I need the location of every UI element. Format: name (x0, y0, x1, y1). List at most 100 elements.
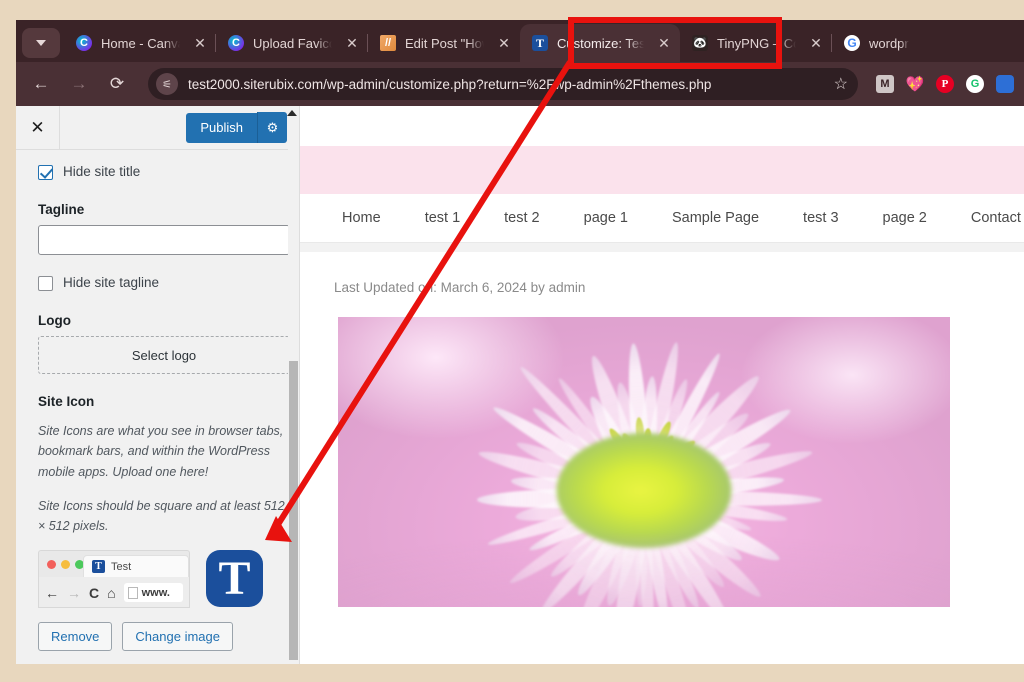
customizer-sidebar: ✕ Publish ⚙ Hide site title Tagline Hide… (16, 105, 300, 664)
gmail-extension-icon[interactable]: M (876, 75, 894, 93)
tinypng-panda-icon (692, 35, 708, 51)
browser-tab-upload-favicon[interactable]: Upload Favicon To W ✕ (216, 24, 368, 62)
sidebar-scrollbar-thumb[interactable] (289, 361, 298, 660)
hide-site-tagline-row[interactable]: Hide site tagline (38, 275, 281, 291)
featured-image (338, 317, 950, 607)
browser-toolbar: ← → ⟳ ⚟ test2000.siterubix.com/wp-admin/… (16, 62, 1024, 106)
site-icon-actions: Remove Change image (38, 622, 281, 652)
back-icon: ← (45, 584, 59, 601)
hide-site-title-label: Hide site title (63, 164, 141, 179)
browser-tab-wordpress[interactable]: wordpr (832, 24, 932, 62)
reload-button[interactable]: ⟳ (102, 69, 132, 99)
tune-icon[interactable]: ⚟ (156, 73, 178, 95)
site-icon-large-preview (206, 550, 263, 608)
site-icon-help-1: Site Icons are what you see in browser t… (38, 424, 284, 479)
wordpress-editor-icon (380, 35, 396, 51)
screenshot-root: Home - Canva ✕ Upload Favicon To W ✕ Edi… (0, 0, 1024, 682)
bookmark-star-icon[interactable]: ☆ (834, 74, 848, 94)
nav-item-sample-page[interactable]: Sample Page (650, 210, 781, 226)
tab-search-button[interactable] (22, 28, 60, 58)
preview-primary-nav: Home test 1 test 2 page 1 Sample Page te… (300, 194, 1024, 242)
page-content: ✕ Publish ⚙ Hide site title Tagline Hide… (16, 105, 1024, 664)
browser-tab-customize-test[interactable]: Customize: Test - ✕ (520, 24, 680, 62)
hide-site-title-checkbox[interactable] (38, 165, 53, 180)
forward-button[interactable]: → (64, 69, 94, 99)
tab-title: TinyPNG – Compress (717, 35, 796, 51)
site-icon-help-2: Site Icons should be square and at least… (38, 498, 285, 533)
nav-item-test-3[interactable]: test 3 (781, 210, 860, 226)
rainbow-heart-extension-icon[interactable]: 💖 (906, 75, 925, 93)
address-bar-url: test2000.siterubix.com/wp-admin/customiz… (188, 76, 712, 92)
site-icon-letter-t (92, 560, 105, 574)
blue-extension-icon[interactable] (996, 75, 1014, 93)
tab-close-button[interactable]: ✕ (342, 33, 362, 53)
canva-icon (76, 35, 92, 51)
browser-tab-edit-post[interactable]: Edit Post "How To Cre ✕ (368, 24, 520, 62)
mockup-toolbar: ← → C ⌂ www. (39, 577, 189, 608)
back-button[interactable]: ← (26, 69, 56, 99)
site-icon-browser-mockup: Test ← → C ⌂ www. (38, 550, 190, 609)
nav-item-test-2[interactable]: test 2 (482, 210, 561, 226)
preview-top-spacer (300, 106, 1024, 146)
logo-label: Logo (38, 313, 71, 328)
tab-title: wordpr (869, 35, 909, 51)
hide-site-tagline-checkbox[interactable] (38, 276, 53, 291)
browser-tab-home-canva[interactable]: Home - Canva ✕ (64, 24, 216, 62)
reload-icon: C (89, 584, 100, 601)
site-icon-label: Site Icon (38, 394, 95, 409)
hide-site-tagline-label: Hide site tagline (63, 275, 160, 290)
canva-icon (228, 35, 244, 51)
tab-close-button[interactable]: ✕ (654, 33, 674, 53)
home-icon: ⌂ (107, 584, 116, 601)
google-icon (844, 35, 860, 51)
change-image-button[interactable]: Change image (122, 622, 233, 652)
post-meta-text: Last Updated on: March 6, 2024 by admin (334, 280, 586, 295)
customizer-header: ✕ Publish ⚙ (16, 105, 299, 150)
mockup-minimize-dot (61, 559, 70, 569)
tab-title: Home - Canva (101, 35, 180, 51)
mockup-url-text: www. (141, 586, 170, 599)
page-icon (127, 586, 138, 599)
pinterest-extension-icon[interactable]: P (936, 75, 954, 93)
preview-header-band (300, 146, 1024, 194)
tagline-label: Tagline (38, 202, 85, 217)
hide-site-title-row[interactable]: Hide site title (38, 164, 281, 180)
tab-title: Edit Post "How To Cre (405, 35, 484, 51)
tab-close-button[interactable]: ✕ (806, 33, 826, 53)
mockup-address-bar: www. (123, 583, 183, 603)
nav-item-test-1[interactable]: test 1 (403, 210, 482, 226)
mockup-close-dot (47, 559, 56, 569)
browser-tab-tinypng[interactable]: TinyPNG – Compress ✕ (680, 24, 832, 62)
scroll-up-arrow-icon[interactable] (287, 110, 297, 116)
chevron-down-icon (36, 40, 46, 46)
customizer-controls: Hide site title Tagline Hide site taglin… (16, 150, 299, 664)
nav-item-page-2[interactable]: page 2 (861, 210, 949, 226)
flower-vignette (338, 317, 950, 607)
site-icon-preview-area: Test ← → C ⌂ www. (38, 550, 281, 609)
page-bottom-border (0, 664, 1024, 682)
tab-title: Customize: Test - (557, 35, 644, 51)
nav-item-contact-me[interactable]: Contact Me (949, 210, 1024, 226)
preview-divider (300, 242, 1024, 252)
publish-button[interactable]: Publish (186, 112, 257, 143)
forward-icon: → (67, 584, 81, 601)
browser-tab-strip: Home - Canva ✕ Upload Favicon To W ✕ Edi… (16, 20, 1024, 62)
remove-button[interactable]: Remove (38, 622, 113, 652)
tab-close-button[interactable]: ✕ (190, 33, 210, 53)
grammarly-extension-icon[interactable]: G (966, 75, 984, 93)
tab-title: Upload Favicon To W (253, 35, 332, 51)
tagline-input[interactable] (38, 225, 290, 255)
nav-item-home[interactable]: Home (320, 210, 403, 226)
mockup-titlebar: Test (39, 551, 189, 578)
browser-window: Home - Canva ✕ Upload Favicon To W ✕ Edi… (16, 20, 1024, 664)
extension-icon-row: M 💖 P G (866, 75, 1014, 93)
sidebar-scrollbar[interactable] (287, 106, 299, 664)
address-bar[interactable]: ⚟ test2000.siterubix.com/wp-admin/custom… (148, 68, 858, 100)
gear-icon[interactable]: ⚙ (257, 112, 287, 143)
mockup-tab-title: Test (111, 560, 132, 573)
site-preview-pane: Home test 1 test 2 page 1 Sample Page te… (300, 106, 1024, 664)
select-logo-button[interactable]: Select logo (38, 336, 290, 374)
tab-close-button[interactable]: ✕ (494, 33, 514, 53)
nav-item-page-1[interactable]: page 1 (562, 210, 650, 226)
customizer-close-button[interactable]: ✕ (16, 105, 60, 150)
